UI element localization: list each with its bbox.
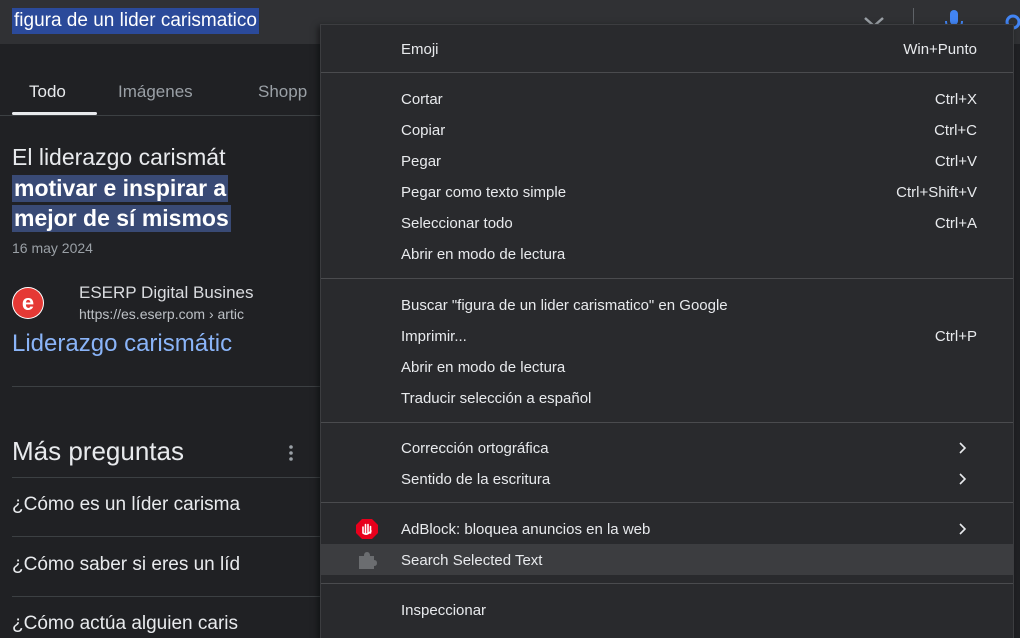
menu-item-copiar[interactable]: Copiar Ctrl+C xyxy=(321,114,1013,145)
result-site-name[interactable]: ESERP Digital Busines xyxy=(79,283,254,303)
chevron-right-icon xyxy=(959,473,967,485)
eserp-logo-icon: e xyxy=(13,288,43,318)
menu-item-search-selected-text[interactable]: Search Selected Text xyxy=(321,544,1013,575)
snippet-date: 16 may 2024 xyxy=(12,240,93,256)
site-favicon[interactable]: e xyxy=(12,287,44,319)
menu-item-cortar[interactable]: Cortar Ctrl+X xyxy=(321,83,1013,114)
section-divider xyxy=(12,386,330,387)
svg-text:e: e xyxy=(22,290,34,315)
menu-separator xyxy=(321,422,1013,423)
chevron-right-icon xyxy=(959,442,967,454)
menu-separator xyxy=(321,72,1013,73)
menu-item-correccion-ortografica[interactable]: Corrección ortográfica xyxy=(321,432,1013,463)
menu-separator xyxy=(321,278,1013,279)
more-options-icon[interactable] xyxy=(285,444,297,462)
question-item[interactable]: ¿Cómo saber si eres un líd xyxy=(12,554,240,576)
menu-item-pegar-texto-simple[interactable]: Pegar como texto simple Ctrl+Shift+V xyxy=(321,176,1013,207)
snippet-highlight: motivar e inspirar a xyxy=(12,175,229,202)
search-tabs: Todo Imágenes Shopp xyxy=(0,72,330,116)
menu-item-imprimir[interactable]: Imprimir... Ctrl+P xyxy=(321,320,1013,351)
search-query-selected[interactable]: figura de un lider carismatico xyxy=(12,8,259,34)
menu-item-modo-lectura[interactable]: Abrir en modo de lectura xyxy=(321,351,1013,382)
section-divider xyxy=(12,536,330,537)
menu-item-traducir[interactable]: Traducir selección a español xyxy=(321,382,1013,413)
more-questions-title: Más preguntas xyxy=(12,436,184,466)
result-url[interactable]: https://es.eserp.com › artic xyxy=(79,306,244,322)
menu-item-adblock[interactable]: AdBlock: bloquea anuncios en la web xyxy=(321,513,1013,544)
menu-item-emoji[interactable]: Emoji Win+Punto xyxy=(321,33,1013,64)
menu-item-seleccionar-todo[interactable]: Seleccionar todo Ctrl+A xyxy=(321,207,1013,238)
tab-todo[interactable]: Todo xyxy=(29,82,66,102)
menu-item-modo-lectura[interactable]: Abrir en modo de lectura xyxy=(321,238,1013,269)
adblock-icon xyxy=(356,519,378,539)
section-divider xyxy=(12,596,330,597)
chevron-right-icon xyxy=(959,523,967,535)
section-divider xyxy=(12,477,330,478)
result-title-link[interactable]: Liderazgo carismátic xyxy=(12,330,232,358)
tab-shopping[interactable]: Shopp xyxy=(258,82,307,102)
menu-item-buscar-en-google[interactable]: Buscar "figura de un lider carismatico" … xyxy=(321,289,1013,320)
snippet-highlight: mejor de sí mismos xyxy=(12,205,231,232)
question-item[interactable]: ¿Cómo actúa alguien caris xyxy=(12,613,238,635)
menu-item-inspeccionar[interactable]: Inspeccionar xyxy=(321,594,1013,625)
menu-separator xyxy=(321,583,1013,584)
snippet-text: El liderazgo carismát xyxy=(12,144,226,170)
tabs-divider xyxy=(0,115,330,116)
browser-page: figura de un lider carismatico Todo Imág… xyxy=(0,0,1020,638)
menu-item-sentido-escritura[interactable]: Sentido de la escritura xyxy=(321,463,1013,494)
puzzle-extension-icon xyxy=(359,552,377,569)
context-menu: Emoji Win+Punto Cortar Ctrl+X Copiar Ctr… xyxy=(320,24,1014,638)
menu-item-pegar[interactable]: Pegar Ctrl+V xyxy=(321,145,1013,176)
tab-imagenes[interactable]: Imágenes xyxy=(118,82,193,102)
menu-separator xyxy=(321,502,1013,503)
question-item[interactable]: ¿Cómo es un líder carisma xyxy=(12,494,240,516)
